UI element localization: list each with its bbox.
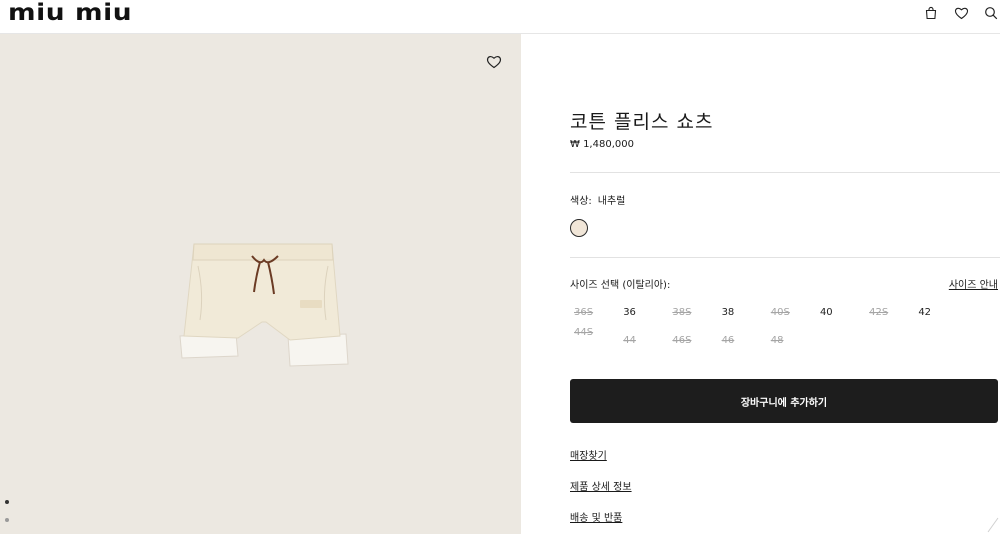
pagination-dot[interactable] <box>5 518 9 522</box>
brand-logo[interactable]: miu miu <box>8 1 132 25</box>
product-title: 코튼 플리스 쇼츠 <box>570 111 714 133</box>
size-option[interactable]: 42 <box>914 307 963 327</box>
size-option[interactable]: 36S <box>570 307 619 327</box>
size-option[interactable]: 42S <box>865 307 914 327</box>
product-details-link[interactable]: 제품 상세 정보 <box>570 478 632 493</box>
pagination-dot[interactable] <box>5 500 9 504</box>
size-options: 36S 36 38S 38 40S 40 42S 42 44S 44 46S 46 48 <box>570 307 1000 355</box>
gallery-pagination <box>5 500 9 534</box>
color-swatch-natural[interactable] <box>570 219 588 237</box>
size-option[interactable]: 38S <box>668 307 717 327</box>
size-option[interactable]: 40 <box>816 307 865 327</box>
product-info: 코튼 플리스 쇼츠 ₩ 1,480,000 색상: 내추럴 사이즈 선택 (이탈리… <box>570 34 1000 534</box>
shipping-returns-link[interactable]: 배송 및 반품 <box>570 509 622 524</box>
size-option[interactable]: 36 <box>619 307 668 327</box>
size-option[interactable]: 40S <box>767 307 816 327</box>
color-value: 내추럴 <box>597 196 626 207</box>
size-guide-link[interactable]: 사이즈 안내 <box>949 276 998 291</box>
heart-icon[interactable] <box>486 54 502 70</box>
color-selection-label: 색상: 내추럴 <box>570 192 625 207</box>
color-label: 색상: <box>570 196 592 207</box>
size-option[interactable]: 46S <box>668 335 717 355</box>
divider <box>570 172 1000 173</box>
divider <box>570 257 1000 258</box>
add-to-cart-button[interactable]: 장바구니에 추가하기 <box>570 379 998 423</box>
store-finder-link[interactable]: 매장찾기 <box>570 447 607 462</box>
scroll-indicator <box>987 517 999 533</box>
size-option[interactable]: 38 <box>718 307 767 327</box>
product-image[interactable] <box>168 236 358 396</box>
product-price: ₩ 1,480,000 <box>570 139 634 150</box>
site-header: miu miu <box>0 0 1000 34</box>
header-actions <box>910 4 1000 22</box>
size-option[interactable]: 44 <box>619 335 668 355</box>
size-select-label: 사이즈 선택 (이탈리아): <box>570 280 671 291</box>
product-gallery[interactable] <box>0 34 521 534</box>
bag-icon[interactable] <box>922 4 940 22</box>
size-option[interactable]: 44S <box>570 327 619 347</box>
size-option[interactable]: 48 <box>767 335 816 355</box>
search-icon[interactable] <box>982 4 1000 22</box>
size-option[interactable]: 46 <box>718 335 767 355</box>
heart-icon[interactable] <box>952 4 970 22</box>
